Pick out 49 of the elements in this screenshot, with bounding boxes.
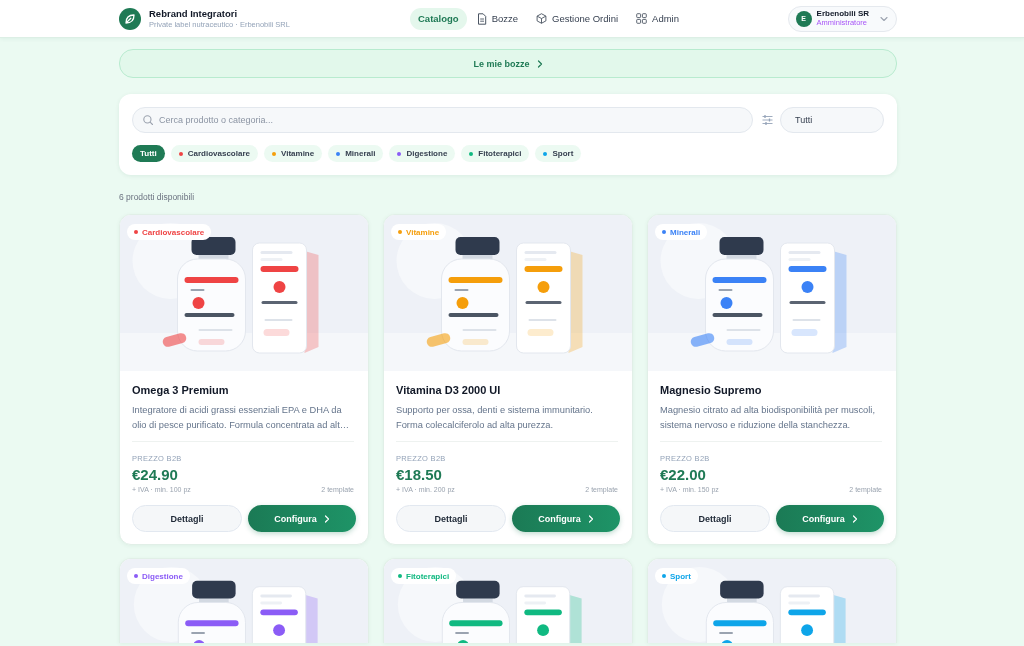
category-chip[interactable]: Tutti — [132, 145, 165, 162]
nav-tab[interactable]: Bozze — [468, 7, 527, 30]
search-icon — [143, 115, 153, 125]
category-chip[interactable]: Minerali — [328, 145, 384, 162]
category-label: Vitamine — [406, 227, 440, 237]
configure-button[interactable]: Configura — [776, 505, 884, 532]
chevron-down-icon — [880, 15, 888, 22]
document-icon — [476, 12, 487, 25]
product-name: Omega 3 Premium — [132, 384, 230, 397]
details-button[interactable]: Dettagli — [660, 505, 770, 532]
details-button[interactable]: Dettagli — [132, 505, 242, 532]
product-price: €24.90 — [132, 466, 179, 484]
category-chip[interactable]: Sport — [535, 145, 582, 162]
user-name: Erbenobili SR — [816, 9, 869, 19]
filter-sliders-icon — [762, 115, 773, 125]
leaf-logo-icon — [119, 7, 141, 30]
configure-button[interactable]: Configura — [248, 505, 356, 532]
product-name: Vitamina D3 2000 UI — [396, 384, 502, 397]
nav-tab[interactable]: Admin — [628, 7, 687, 30]
nav-tab[interactable]: Gestione Ordini — [528, 7, 627, 30]
grid-icon — [636, 13, 648, 24]
app-title: Rebrand Integratori — [149, 8, 239, 19]
category-label: Minerali — [670, 227, 701, 237]
nav-tab[interactable]: Catalogo — [410, 7, 467, 30]
search-field[interactable]: Cerca prodotto o categoria... — [132, 107, 753, 133]
result-count: 6 prodotti disponibili — [119, 192, 196, 202]
details-button[interactable]: Dettagli — [396, 505, 506, 532]
box-icon — [536, 13, 548, 24]
category-chip[interactable]: Fitoterapici — [461, 145, 530, 162]
category-chip[interactable]: Cardiovascolare — [170, 145, 258, 162]
category-chip[interactable]: Vitamine — [264, 145, 323, 162]
category-label: Sport — [670, 571, 691, 581]
product-description: Integratore di acidi grassi essenziali EPA e DHA da olio di pesce purificato. Formula concentrata ad alt… — [132, 404, 351, 432]
category-chip[interactable]: Digestione — [389, 145, 456, 162]
product-description: Magnesio citrato ad alta biodisponibilità per muscoli, sistema nervoso e riduzione della stanchezza. — [660, 404, 876, 432]
product-price: €22.00 — [660, 466, 707, 484]
product-description: Supporto per ossa, denti e sistema immunitario. Forma colecalciferolo ad alta purezza. — [396, 404, 594, 432]
configure-button[interactable]: Configura — [512, 505, 620, 532]
chevron-right-icon — [851, 514, 858, 523]
category-select[interactable]: Tutti — [780, 107, 884, 133]
chevron-right-icon — [536, 59, 543, 68]
chevron-right-icon — [587, 514, 594, 523]
chevron-right-icon — [323, 514, 330, 523]
category-label: Fitoterapici — [406, 571, 450, 581]
category-label: Cardiovascolare — [142, 227, 205, 237]
product-price: €18.50 — [396, 466, 443, 484]
category-label: Digestione — [142, 571, 183, 581]
product-name: Magnesio Supremo — [660, 384, 763, 397]
drafts-link[interactable]: Le mie bozze — [119, 49, 897, 78]
